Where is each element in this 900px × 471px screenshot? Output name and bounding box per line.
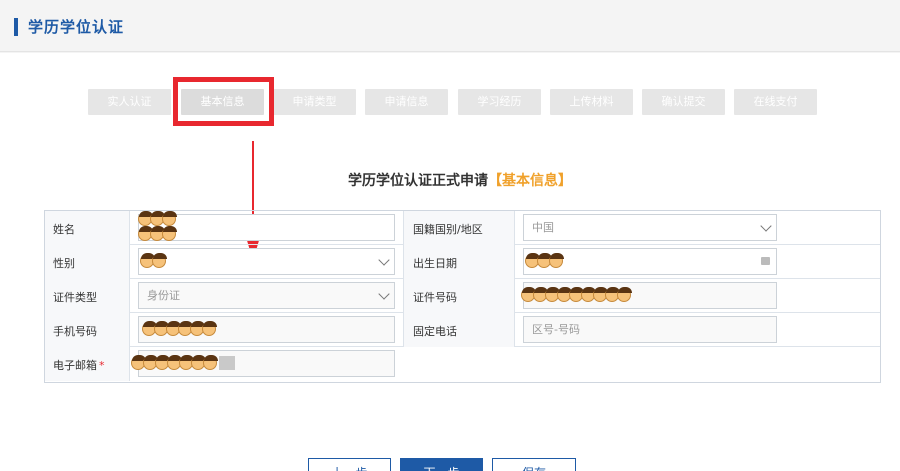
redacted-name-2 (138, 223, 177, 245)
chevron-down-icon (760, 220, 772, 232)
required-mark: * (99, 359, 105, 372)
form-title-text: 学历学位认证正式申请 (348, 173, 488, 189)
gender-label: 性别 (53, 257, 75, 270)
id-number-label: 证件号码 (413, 291, 457, 304)
header-accent-bar (14, 18, 18, 36)
form-title: 学历学位认证正式申请【基本信息】 (0, 170, 900, 190)
chevron-down-icon (378, 254, 390, 266)
next-step-button[interactable]: 下一步 (400, 458, 483, 471)
redacted-email (131, 352, 235, 374)
redaction-emoji-icon (549, 253, 564, 268)
birth-date-label: 出生日期 (413, 257, 457, 270)
name-label: 姓名 (53, 223, 75, 236)
save-button[interactable]: 保存 (492, 458, 576, 471)
form-row-3: 证件类型 身份证 证件号码 (45, 279, 880, 313)
name-input[interactable] (138, 214, 395, 241)
step-real-name-auth[interactable]: 实人认证 (88, 89, 171, 115)
redacted-mobile (142, 318, 217, 340)
header: 学历学位认证 (0, 0, 900, 52)
mobile-label: 手机号码 (53, 325, 97, 338)
landline-input[interactable]: 区号-号码 (523, 316, 777, 343)
form-row-2: 性别 出生日期 (45, 245, 880, 279)
redaction-smudge (219, 356, 235, 370)
step-study-history[interactable]: 学习经历 (458, 89, 541, 115)
redaction-emoji-icon (617, 287, 632, 302)
basic-info-form: 姓名 国籍国别/地区 中国 性别 出生日期 证件类型 身份证 证件号码 手机号码… (44, 210, 881, 383)
step-online-payment[interactable]: 在线支付 (734, 89, 817, 115)
page-title: 学历学位认证 (28, 18, 125, 36)
landline-placeholder: 区号-号码 (532, 323, 580, 336)
page: 学历学位认证 实人认证 基本信息 申请类型 申请信息 学习经历 上传材料 确认提… (0, 0, 900, 471)
form-row-1: 姓名 国籍国别/地区 中国 (45, 211, 880, 245)
step-confirm-submit[interactable]: 确认提交 (642, 89, 725, 115)
redacted-birth-date (525, 250, 564, 272)
id-type-select[interactable]: 身份证 (138, 282, 395, 309)
step-application-info[interactable]: 申请信息 (365, 89, 448, 115)
email-label: 电子邮箱 * (53, 357, 105, 373)
email-label-text: 电子邮箱 (53, 359, 97, 372)
calendar-icon[interactable] (761, 257, 770, 265)
form-row-4: 手机号码 固定电话 区号-号码 (45, 313, 880, 347)
id-type-value: 身份证 (147, 289, 180, 302)
form-title-accent: 【基本信息】 (488, 173, 572, 189)
gender-select[interactable] (138, 248, 395, 275)
nationality-label: 国籍国别/地区 (413, 223, 483, 236)
redacted-id-number (521, 284, 632, 306)
nationality-value: 中国 (532, 221, 554, 234)
redaction-emoji-icon (203, 355, 218, 370)
step-application-type[interactable]: 申请类型 (273, 89, 356, 115)
id-type-label: 证件类型 (53, 291, 97, 304)
content-area: 实人认证 基本信息 申请类型 申请信息 学习经历 上传材料 确认提交 在线支付 … (0, 53, 900, 471)
redaction-emoji-icon (152, 253, 167, 268)
form-row-5: 电子邮箱 * (45, 347, 880, 381)
step-upload-materials[interactable]: 上传材料 (550, 89, 633, 115)
redaction-emoji-icon (202, 321, 217, 336)
redaction-emoji-icon (162, 226, 177, 241)
highlight-annotation-box (173, 77, 274, 126)
prev-step-button[interactable]: 上一步 (308, 458, 391, 471)
landline-label: 固定电话 (413, 325, 457, 338)
redacted-gender (140, 250, 167, 272)
chevron-down-icon (378, 288, 390, 300)
nationality-select[interactable]: 中国 (523, 214, 777, 241)
